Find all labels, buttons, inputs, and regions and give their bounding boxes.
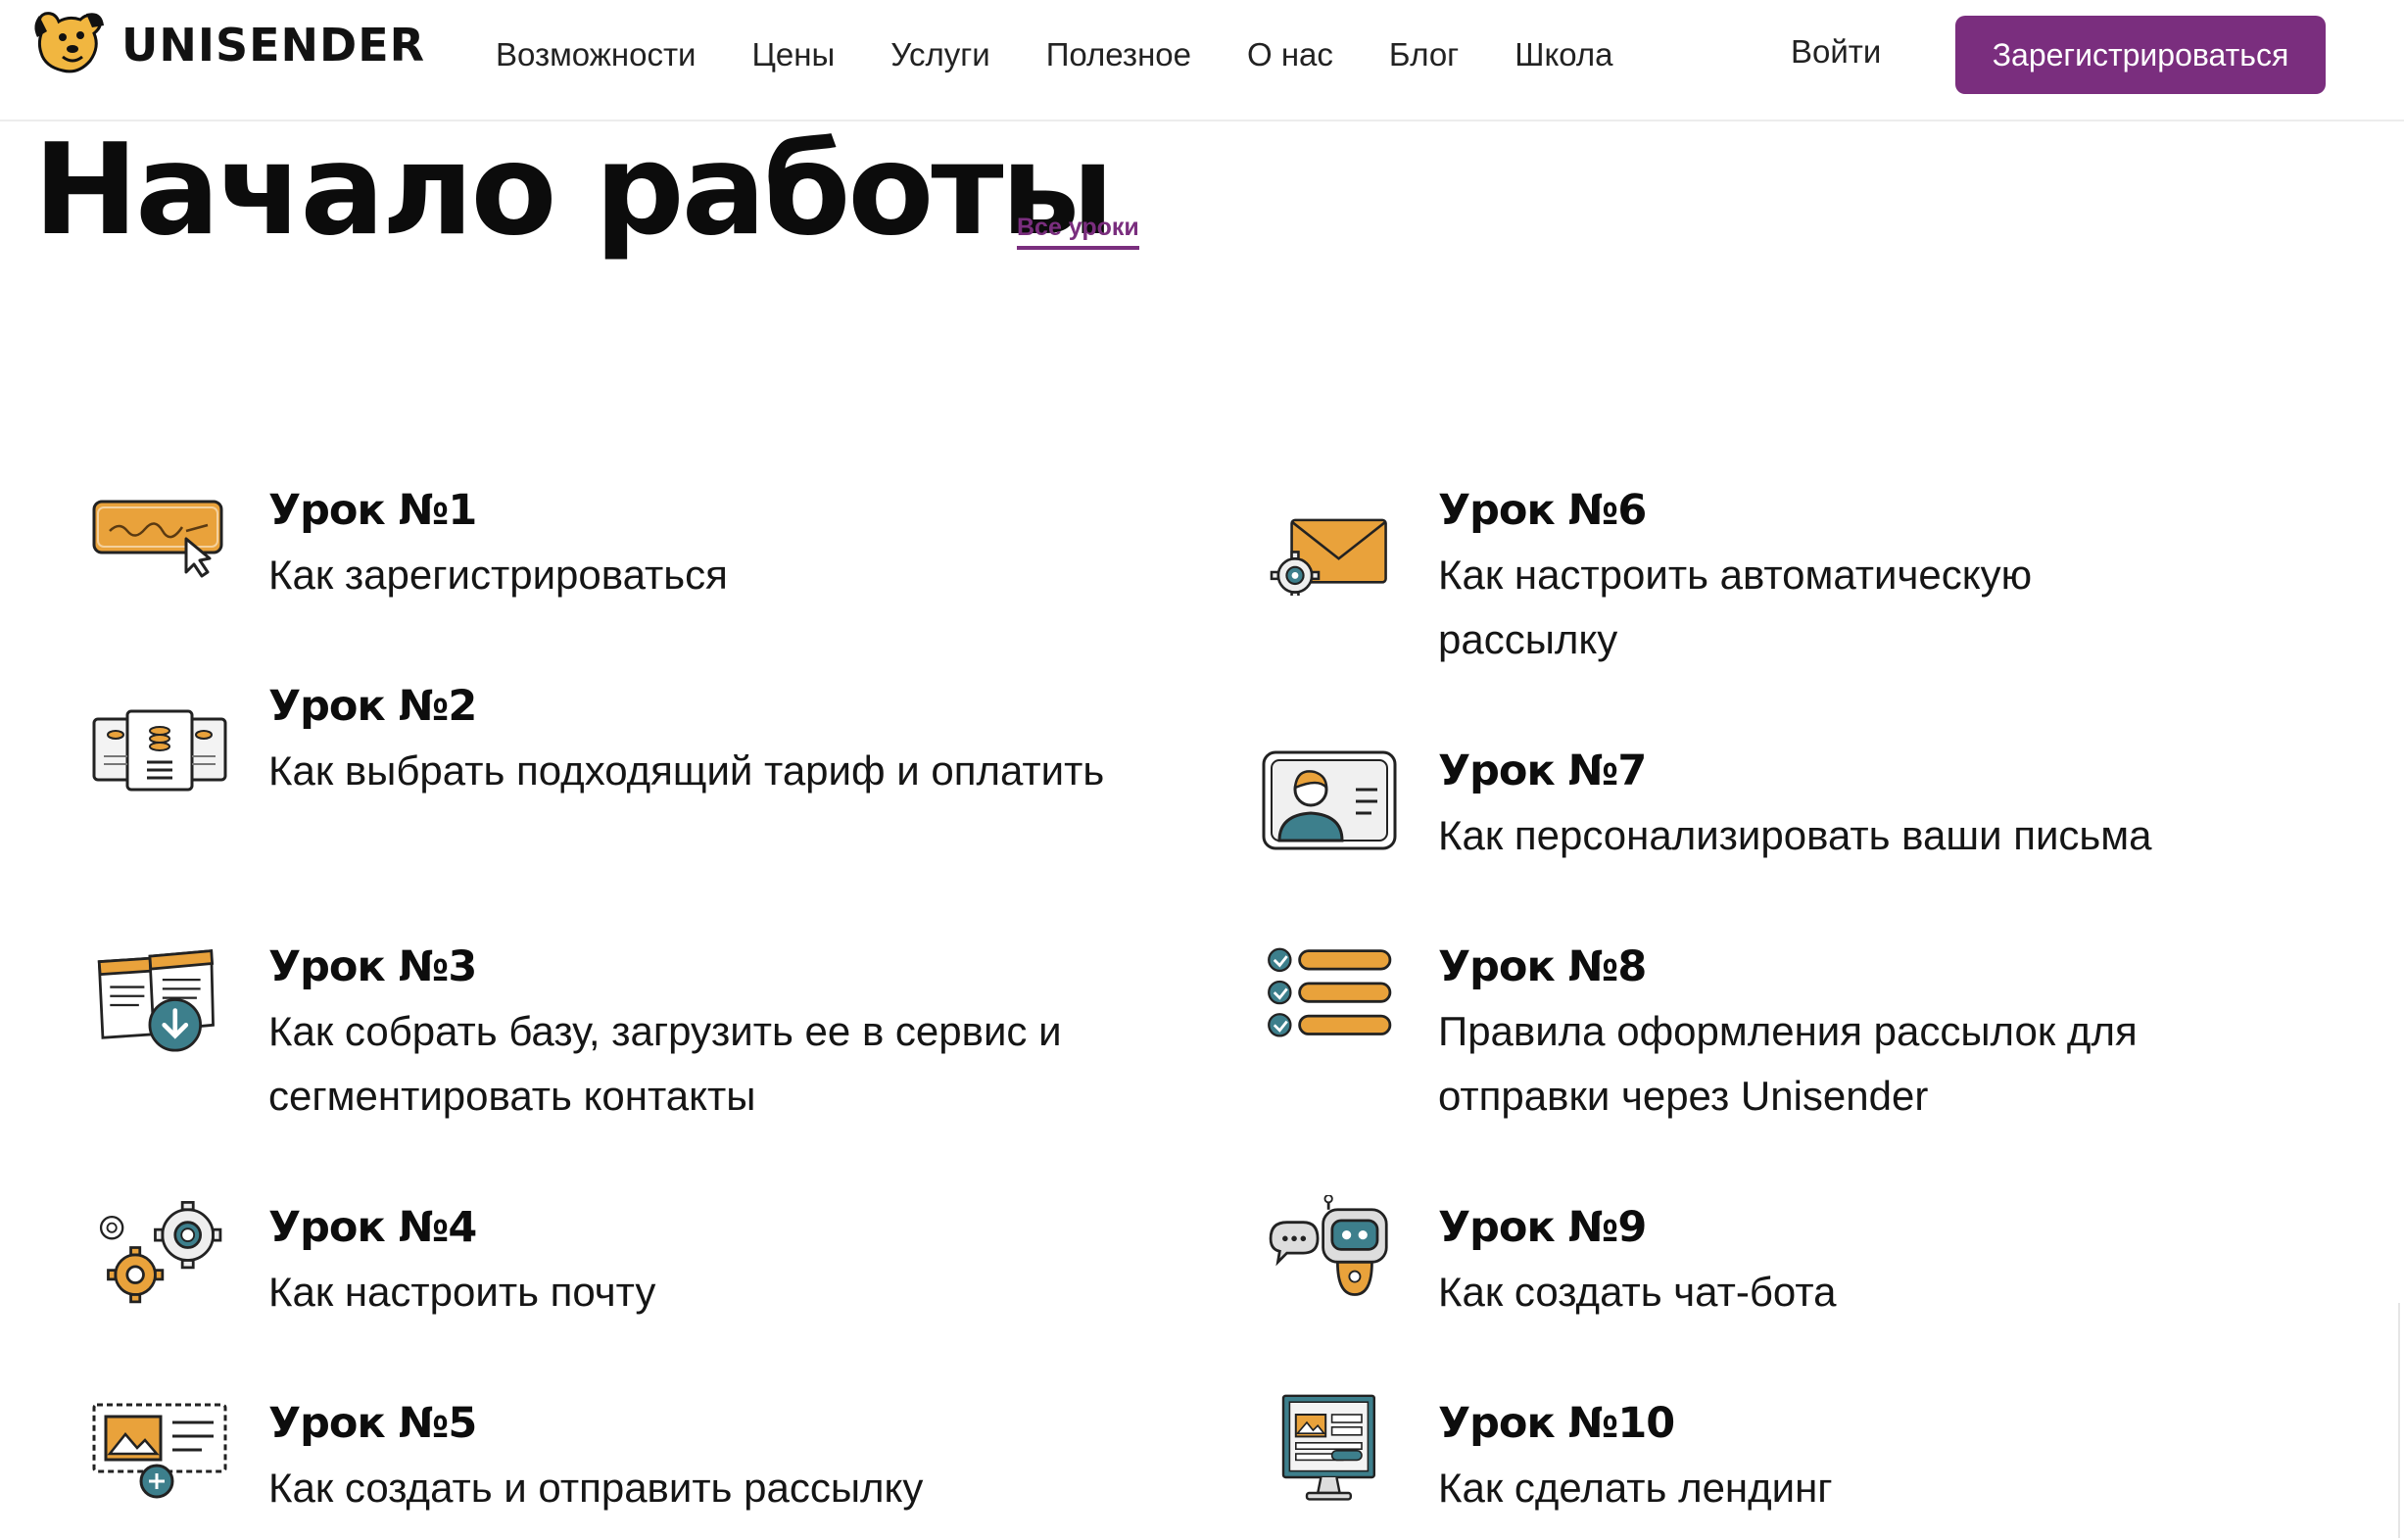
page-title: Начало работы [33, 118, 1114, 264]
login-link[interactable]: Войти [1791, 33, 1881, 71]
lesson-title: Как настроить автоматическую рассылку [1438, 552, 2033, 662]
lesson-title: Правила оформления рассылок для отправки… [1438, 1008, 2138, 1119]
contacts-upload-icon [97, 949, 215, 1052]
lesson-title: Как зарегистрироваться [268, 552, 728, 598]
landing-monitor-icon [1281, 1394, 1375, 1501]
lesson-title: Как настроить почту [268, 1269, 656, 1315]
lesson-number: Урок №6 [1438, 486, 1647, 535]
lesson-title: Как выбрать подходящий тариф и оплатить [268, 747, 1105, 794]
signup-button[interactable]: Зарегистрироваться [1955, 16, 2326, 94]
main-nav: Возможности Цены Услуги Полезное О нас Б… [496, 29, 1669, 80]
nav-item-useful[interactable]: Полезное [1046, 36, 1191, 73]
logo[interactable]: UNISENDER [29, 8, 425, 82]
lesson-number: Урок №2 [268, 682, 477, 731]
envelope-gear-icon [1270, 518, 1387, 596]
lesson-number: Урок №7 [1438, 746, 1647, 795]
lesson-title: Как создать и отправить рассылку [268, 1465, 924, 1511]
site-header: UNISENDER Возможности Цены Услуги Полезн… [0, 0, 2404, 121]
nav-item-blog[interactable]: Блог [1389, 36, 1459, 73]
logo-text: UNISENDER [121, 19, 426, 72]
gears-icon [99, 1201, 222, 1304]
nav-item-school[interactable]: Школа [1515, 36, 1612, 73]
profile-card-icon [1262, 750, 1397, 850]
lesson-number: Урок №1 [268, 486, 477, 535]
signature-card-icon [92, 500, 223, 578]
lesson-number: Урок №3 [268, 942, 477, 991]
scroll-edge [2398, 1303, 2404, 1538]
lesson-title: Как собрать базу, загрузить ее в сервис … [268, 1008, 1062, 1119]
nav-item-features[interactable]: Возможности [496, 36, 697, 73]
newsletter-icon [92, 1403, 227, 1499]
lesson-number: Урок №8 [1438, 942, 1647, 991]
lesson-number: Урок №10 [1438, 1399, 1675, 1448]
robot-icon [1269, 1195, 1388, 1296]
dog-logo-icon [34, 12, 104, 73]
nav-item-services[interactable]: Услуги [890, 36, 989, 73]
checklist-icon [1268, 947, 1392, 1037]
nav-item-pricing[interactable]: Цены [752, 36, 836, 73]
pricing-plans-icon [92, 709, 227, 792]
lesson-number: Урок №5 [268, 1399, 477, 1448]
lesson-title: Как создать чат-бота [1438, 1269, 1837, 1315]
lesson-number: Урок №4 [268, 1203, 477, 1252]
all-lessons-link[interactable]: Все уроки [1017, 214, 1139, 250]
lesson-number: Урок №9 [1438, 1203, 1647, 1252]
lesson-title: Как персонализировать ваши письма [1438, 812, 2152, 858]
lesson-title: Как сделать лендинг [1438, 1465, 1833, 1511]
nav-item-about[interactable]: О нас [1247, 36, 1333, 73]
